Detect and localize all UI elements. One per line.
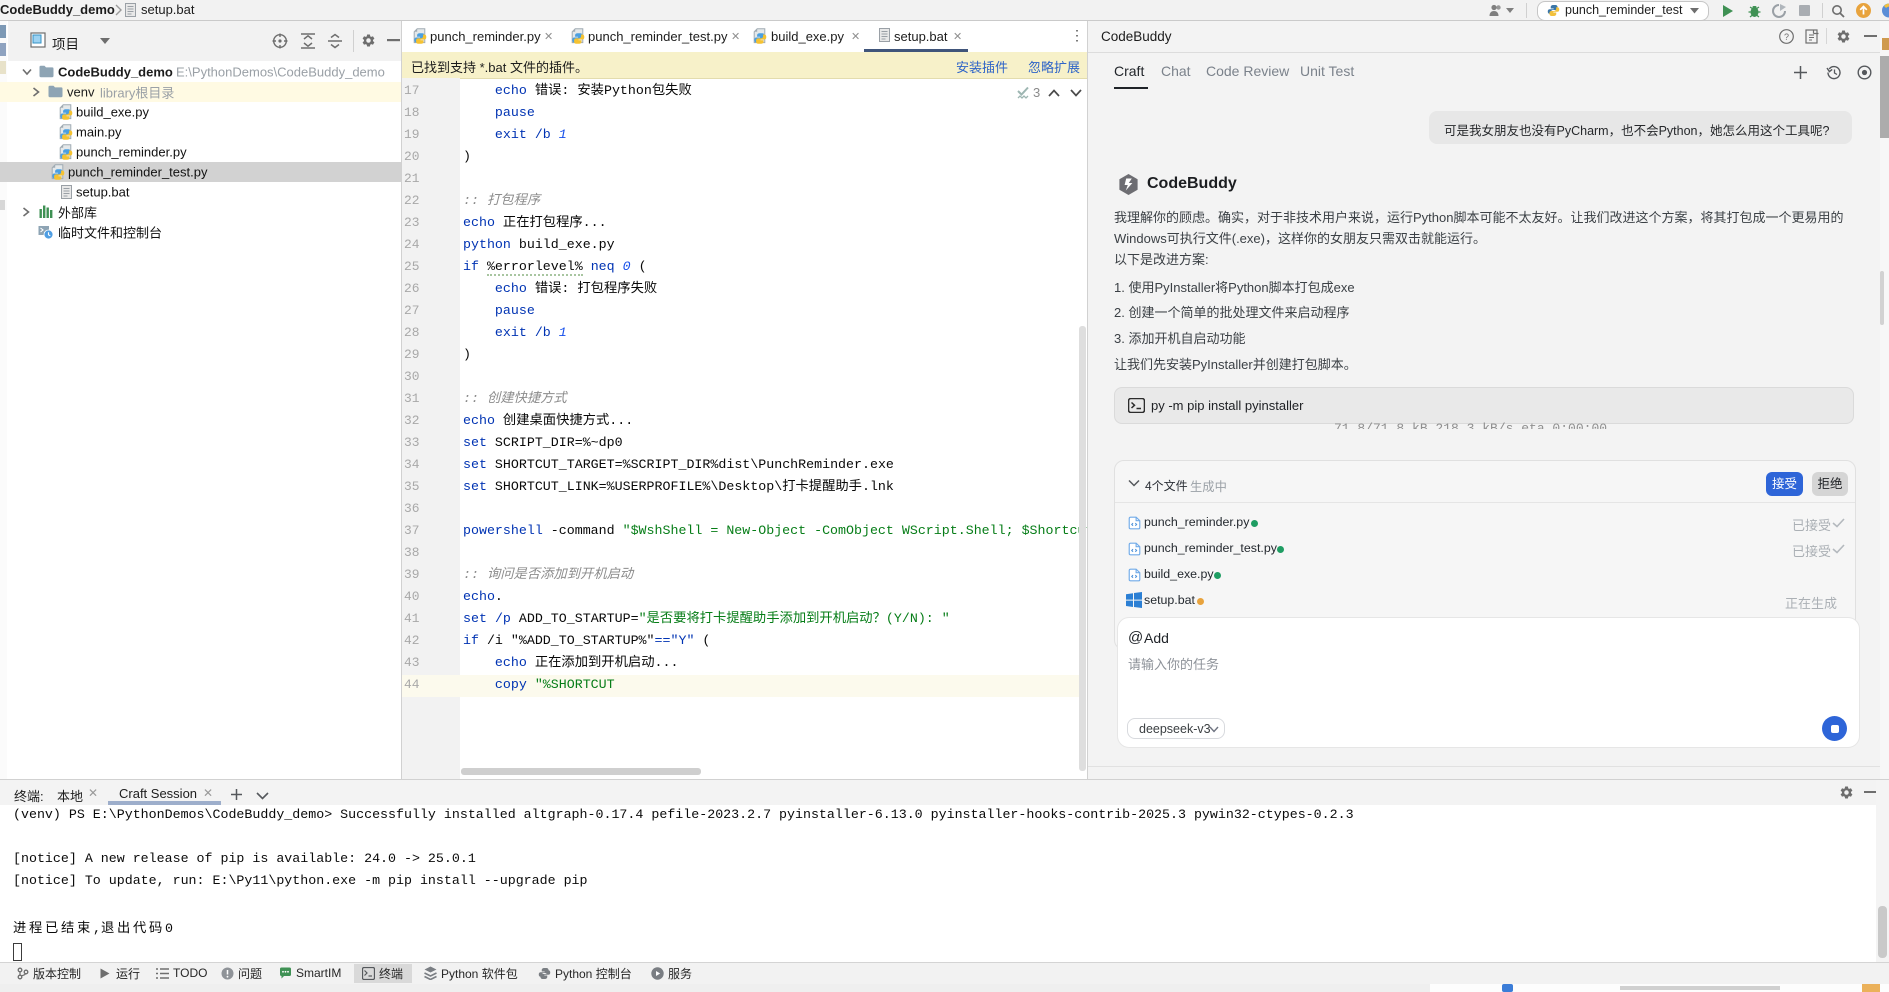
svg-text:?: ?: [1784, 32, 1789, 42]
